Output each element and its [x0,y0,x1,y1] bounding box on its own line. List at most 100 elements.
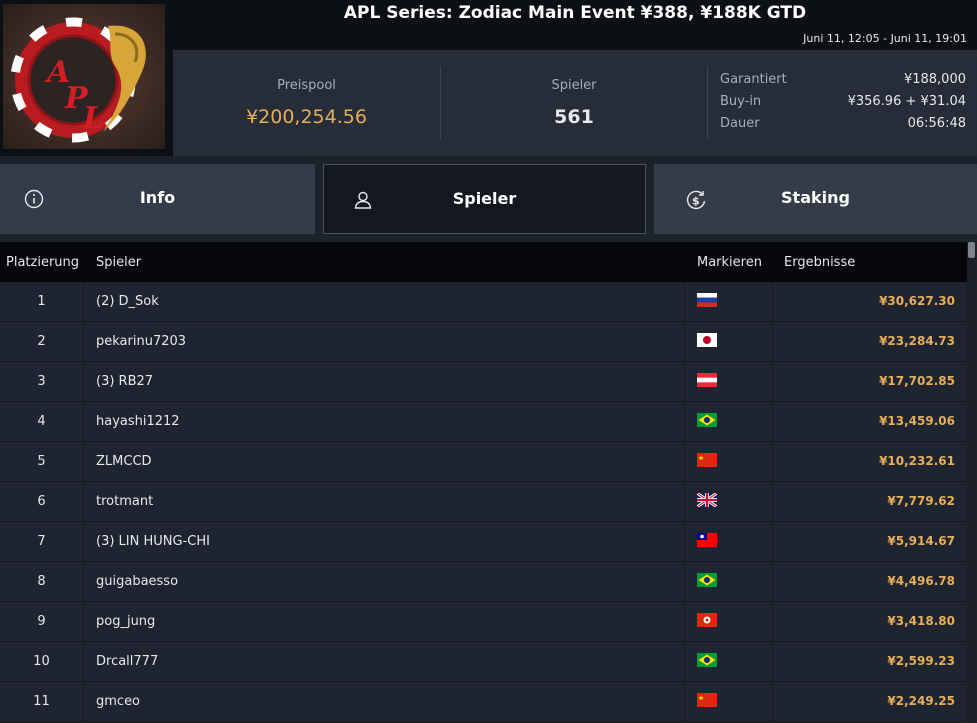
flag-cell [684,402,773,441]
rank-cell: 4 [0,402,84,441]
results-table-header: Platzierung Spieler Markieren Ergebnisse [0,242,967,282]
table-row[interactable]: 2 pekarinu7203 ¥23,284.73 [0,322,967,362]
rank-cell: 10 [0,642,84,681]
result-value: ¥13,459.06 [879,414,955,428]
flag-cell [684,522,773,561]
prizepool-value: ¥200,254.56 [246,106,367,128]
buyin-value: ¥356.96 + ¥31.04 [847,94,966,109]
column-header-player[interactable]: Spieler [96,255,141,270]
tournament-details: Garantiert ¥188,000 Buy-in ¥356.96 + ¥31… [720,72,966,138]
player-name[interactable]: Drcall777 [96,642,158,681]
player-name[interactable]: pekarinu7203 [96,322,186,361]
duration-row: Dauer 06:56:48 [720,116,966,138]
prizepool-label: Preispool [277,78,336,93]
taiwan-flag-icon [697,533,717,547]
brazil-flag-icon [697,573,717,587]
result-value: ¥2,249.25 [887,694,955,708]
divider [707,66,708,140]
rank-cell: 1 [0,282,84,321]
apl-chip-dragon-icon: A P L [3,4,165,149]
players-label: Spieler [551,78,597,93]
rank-cell: 9 [0,602,84,641]
rank-cell: 2 [0,322,84,361]
svg-text:L: L [82,101,104,136]
tab-players[interactable]: Spieler [323,164,646,234]
uk-flag-icon [697,493,717,507]
buyin-label: Buy-in [720,94,762,109]
player-name[interactable]: (3) LIN HUNG-CHI [96,522,210,561]
prizepool-stat: Preispool ¥200,254.56 [173,50,440,156]
result-value: ¥3,418.80 [887,614,955,628]
player-name[interactable]: guigabaesso [96,562,178,601]
tab-bar: Info Spieler $ Staking [0,156,977,242]
rank-cell: 7 [0,522,84,561]
brazil-flag-icon [697,653,717,667]
tab-info[interactable]: Info [0,164,315,234]
flag-cell [684,282,773,321]
austria-flag-icon [697,373,717,387]
column-header-placement[interactable]: Platzierung [6,255,79,270]
guaranteed-row: Garantiert ¥188,000 [720,72,966,94]
column-header-flag[interactable]: Markieren [697,255,762,270]
table-scrollbar[interactable] [967,242,977,723]
flag-cell [684,362,773,401]
player-name[interactable]: trotmant [96,482,153,521]
tournament-title: APL Series: Zodiac Main Event ¥388, ¥188… [173,0,977,28]
result-value: ¥23,284.73 [879,334,955,348]
rank-cell: 8 [0,562,84,601]
buyin-row: Buy-in ¥356.96 + ¥31.04 [720,94,966,116]
table-row[interactable]: 3 (3) RB27 ¥17,702.85 [0,362,967,402]
scrollbar-thumb[interactable] [968,242,975,258]
flag-cell [684,682,773,721]
flag-cell [684,442,773,481]
duration-value: 06:56:48 [907,116,966,131]
table-row[interactable]: 7 (3) LIN HUNG-CHI ¥5,914.67 [0,522,967,562]
guaranteed-label: Garantiert [720,72,787,87]
table-row[interactable]: 10 Drcall777 ¥2,599.23 [0,642,967,682]
duration-label: Dauer [720,116,760,131]
flag-cell [684,482,773,521]
table-row[interactable]: 1 (2) D_Sok ¥30,627.30 [0,282,967,322]
china-flag-icon [697,693,717,707]
result-value: ¥4,496.78 [887,574,955,588]
result-value: ¥10,232.61 [879,454,955,468]
results-table-body: 1 (2) D_Sok ¥30,627.30 2 pekarinu7203 ¥23,28… [0,282,967,722]
date-range: Juni 11, 12:05 - Juni 11, 19:01 [803,32,967,45]
rank-cell: 6 [0,482,84,521]
stats-panel: Preispool ¥200,254.56 Spieler 561 Garant… [173,50,977,156]
players-stat: Spieler 561 [441,50,707,156]
rank-cell: 3 [0,362,84,401]
result-value: ¥2,599.23 [887,654,955,668]
table-row[interactable]: 6 trotmant ¥7,779.62 [0,482,967,522]
player-name[interactable]: (3) RB27 [96,362,153,401]
apl-logo-image: A P L [3,4,165,149]
player-name[interactable]: (2) D_Sok [96,282,159,321]
flag-cell [684,562,773,601]
guaranteed-value: ¥188,000 [903,72,966,87]
table-row[interactable]: 5 ZLMCCD ¥10,232.61 [0,442,967,482]
table-row[interactable]: 8 guigabaesso ¥4,496.78 [0,562,967,602]
result-value: ¥7,779.62 [887,494,955,508]
table-row[interactable]: 9 pog_jung ¥3,418.80 [0,602,967,642]
china-flag-icon [697,453,717,467]
result-value: ¥5,914.67 [887,534,955,548]
column-header-results[interactable]: Ergebnisse [784,255,855,270]
player-name[interactable]: hayashi1212 [96,402,180,441]
flag-cell [684,602,773,641]
result-value: ¥17,702.85 [879,374,955,388]
hongkong-flag-icon [697,613,717,627]
tab-staking[interactable]: $ Staking [654,164,977,234]
tournament-dates: Juni 11, 12:05 - Juni 11, 19:01 [173,28,977,50]
brazil-flag-icon [697,413,717,427]
japan-flag-icon [697,333,717,347]
result-value: ¥30,627.30 [879,294,955,308]
player-name[interactable]: ZLMCCD [96,442,152,481]
table-row[interactable]: 4 hayashi1212 ¥13,459.06 [0,402,967,442]
table-row[interactable]: 11 gmceo ¥2,249.25 [0,682,967,722]
tournament-logo: A P L [0,0,173,156]
tab-staking-label: Staking [781,188,850,207]
player-name[interactable]: gmceo [96,682,140,721]
tab-players-label: Spieler [452,189,517,208]
players-value: 561 [554,106,594,128]
player-name[interactable]: pog_jung [96,602,155,641]
